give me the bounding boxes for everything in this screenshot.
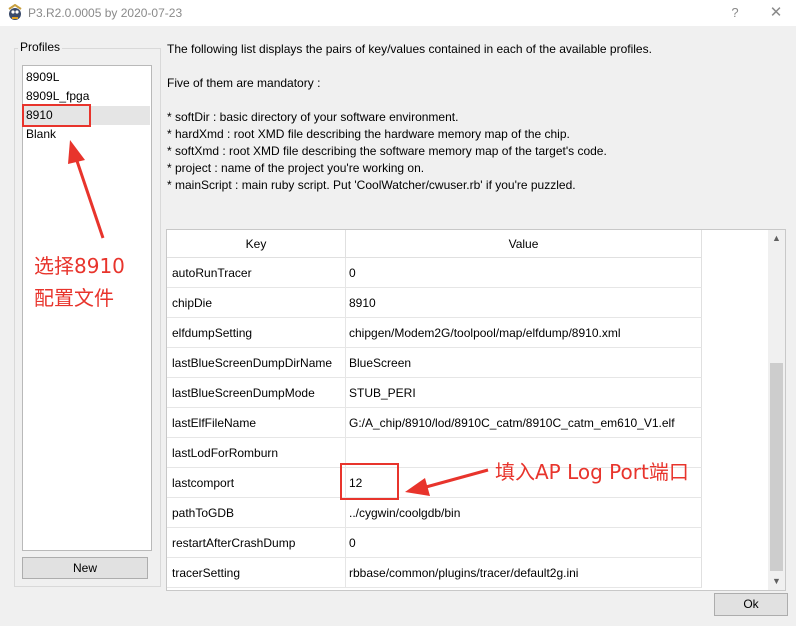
profile-item-blank[interactable]: Blank: [24, 125, 150, 144]
scroll-up-arrow-icon[interactable]: ▲: [768, 230, 785, 247]
table-cell-key[interactable]: autoRunTracer: [167, 258, 346, 288]
table-cell-value[interactable]: 0: [346, 258, 702, 288]
highlight-box-8910: [22, 104, 91, 127]
table-cell-value[interactable]: chipgen/Modem2G/toolpool/map/elfdump/891…: [346, 318, 702, 348]
app-icon: [8, 4, 22, 20]
table-cell-value[interactable]: rbbase/common/plugins/tracer/default2g.i…: [346, 558, 702, 588]
description-mandatory: Five of them are mandatory :: [167, 76, 321, 90]
scroll-thumb[interactable]: [770, 363, 783, 571]
table-row[interactable]: lastElfFileName G:/A_chip/8910/lod/8910C_…: [167, 408, 702, 438]
description-bullet-project: * project : name of the project you're w…: [167, 161, 425, 175]
table-cell-value[interactable]: G:/A_chip/8910/lod/8910C_catm/8910C_catm…: [346, 408, 702, 438]
description-bullet-mainscript: * mainScript : main ruby script. Put 'Co…: [167, 178, 576, 192]
table-cell-value[interactable]: STUB_PERI: [346, 378, 702, 408]
table-cell-key[interactable]: lastElfFileName: [167, 408, 346, 438]
table-scrollbar[interactable]: ▲ ▼: [768, 230, 785, 590]
column-header-key[interactable]: Key: [167, 230, 346, 258]
table-row[interactable]: lastBlueScreenDumpMode STUB_PERI: [167, 378, 702, 408]
profile-table[interactable]: Key Value autoRunTracer 0 chipDie 8910 elfdu…: [166, 229, 786, 591]
highlight-box-lastcomport: [340, 463, 399, 500]
table-cell-key[interactable]: lastBlueScreenDumpDirName: [167, 348, 346, 378]
help-button[interactable]: ?: [724, 3, 746, 23]
annotation-select-8910: 选择8910: [34, 254, 125, 278]
table-row[interactable]: chipDie 8910: [167, 288, 702, 318]
description-intro: The following list displays the pairs of…: [167, 42, 652, 56]
table-cell-key[interactable]: lastBlueScreenDumpMode: [167, 378, 346, 408]
annotation-profile-file: 配置文件: [34, 286, 114, 310]
description-bullet-softdir: * softDir : basic directory of your soft…: [167, 110, 459, 124]
table-cell-key[interactable]: chipDie: [167, 288, 346, 318]
new-profile-button[interactable]: New: [22, 557, 148, 579]
table-cell-key[interactable]: lastLodForRomburn: [167, 438, 346, 468]
table-cell-key[interactable]: elfdumpSetting: [167, 318, 346, 348]
annotation-ap-log-port: 填入AP Log Port端口: [495, 460, 689, 484]
table-row[interactable]: elfdumpSetting chipgen/Modem2G/toolpool/m…: [167, 318, 702, 348]
profiles-legend: Profiles: [18, 40, 63, 54]
table-row[interactable]: tracerSetting rbbase/common/plugins/trace…: [167, 558, 702, 588]
table-row[interactable]: lastBlueScreenDumpDirName BlueScreen: [167, 348, 702, 378]
table-row[interactable]: autoRunTracer 0: [167, 258, 702, 288]
description-bullet-softxmd: * softXmd : root XMD file describing the…: [167, 144, 607, 158]
window-title: P3.R2.0.0005 by 2020-07-23: [28, 6, 183, 20]
table-cell-value[interactable]: BlueScreen: [346, 348, 702, 378]
column-header-value[interactable]: Value: [346, 230, 702, 258]
scroll-down-arrow-icon[interactable]: ▼: [768, 573, 785, 590]
table-row[interactable]: pathToGDB ../cygwin/coolgdb/bin: [167, 498, 702, 528]
table-cell-key[interactable]: tracerSetting: [167, 558, 346, 588]
close-button[interactable]: ✕: [764, 3, 788, 23]
table-cell-key[interactable]: lastcomport: [167, 468, 346, 498]
table-row[interactable]: restartAfterCrashDump 0: [167, 528, 702, 558]
table-cell-value[interactable]: 8910: [346, 288, 702, 318]
table-cell-value[interactable]: ../cygwin/coolgdb/bin: [346, 498, 702, 528]
profile-item-8909l[interactable]: 8909L: [24, 68, 150, 87]
ok-button[interactable]: Ok: [714, 593, 788, 616]
table-cell-value[interactable]: 0: [346, 528, 702, 558]
description-bullet-hardxmd: * hardXmd : root XMD file describing the…: [167, 127, 570, 141]
table-cell-key[interactable]: restartAfterCrashDump: [167, 528, 346, 558]
title-bar: P3.R2.0.0005 by 2020-07-23 ? ✕: [0, 0, 796, 26]
table-cell-key[interactable]: pathToGDB: [167, 498, 346, 528]
